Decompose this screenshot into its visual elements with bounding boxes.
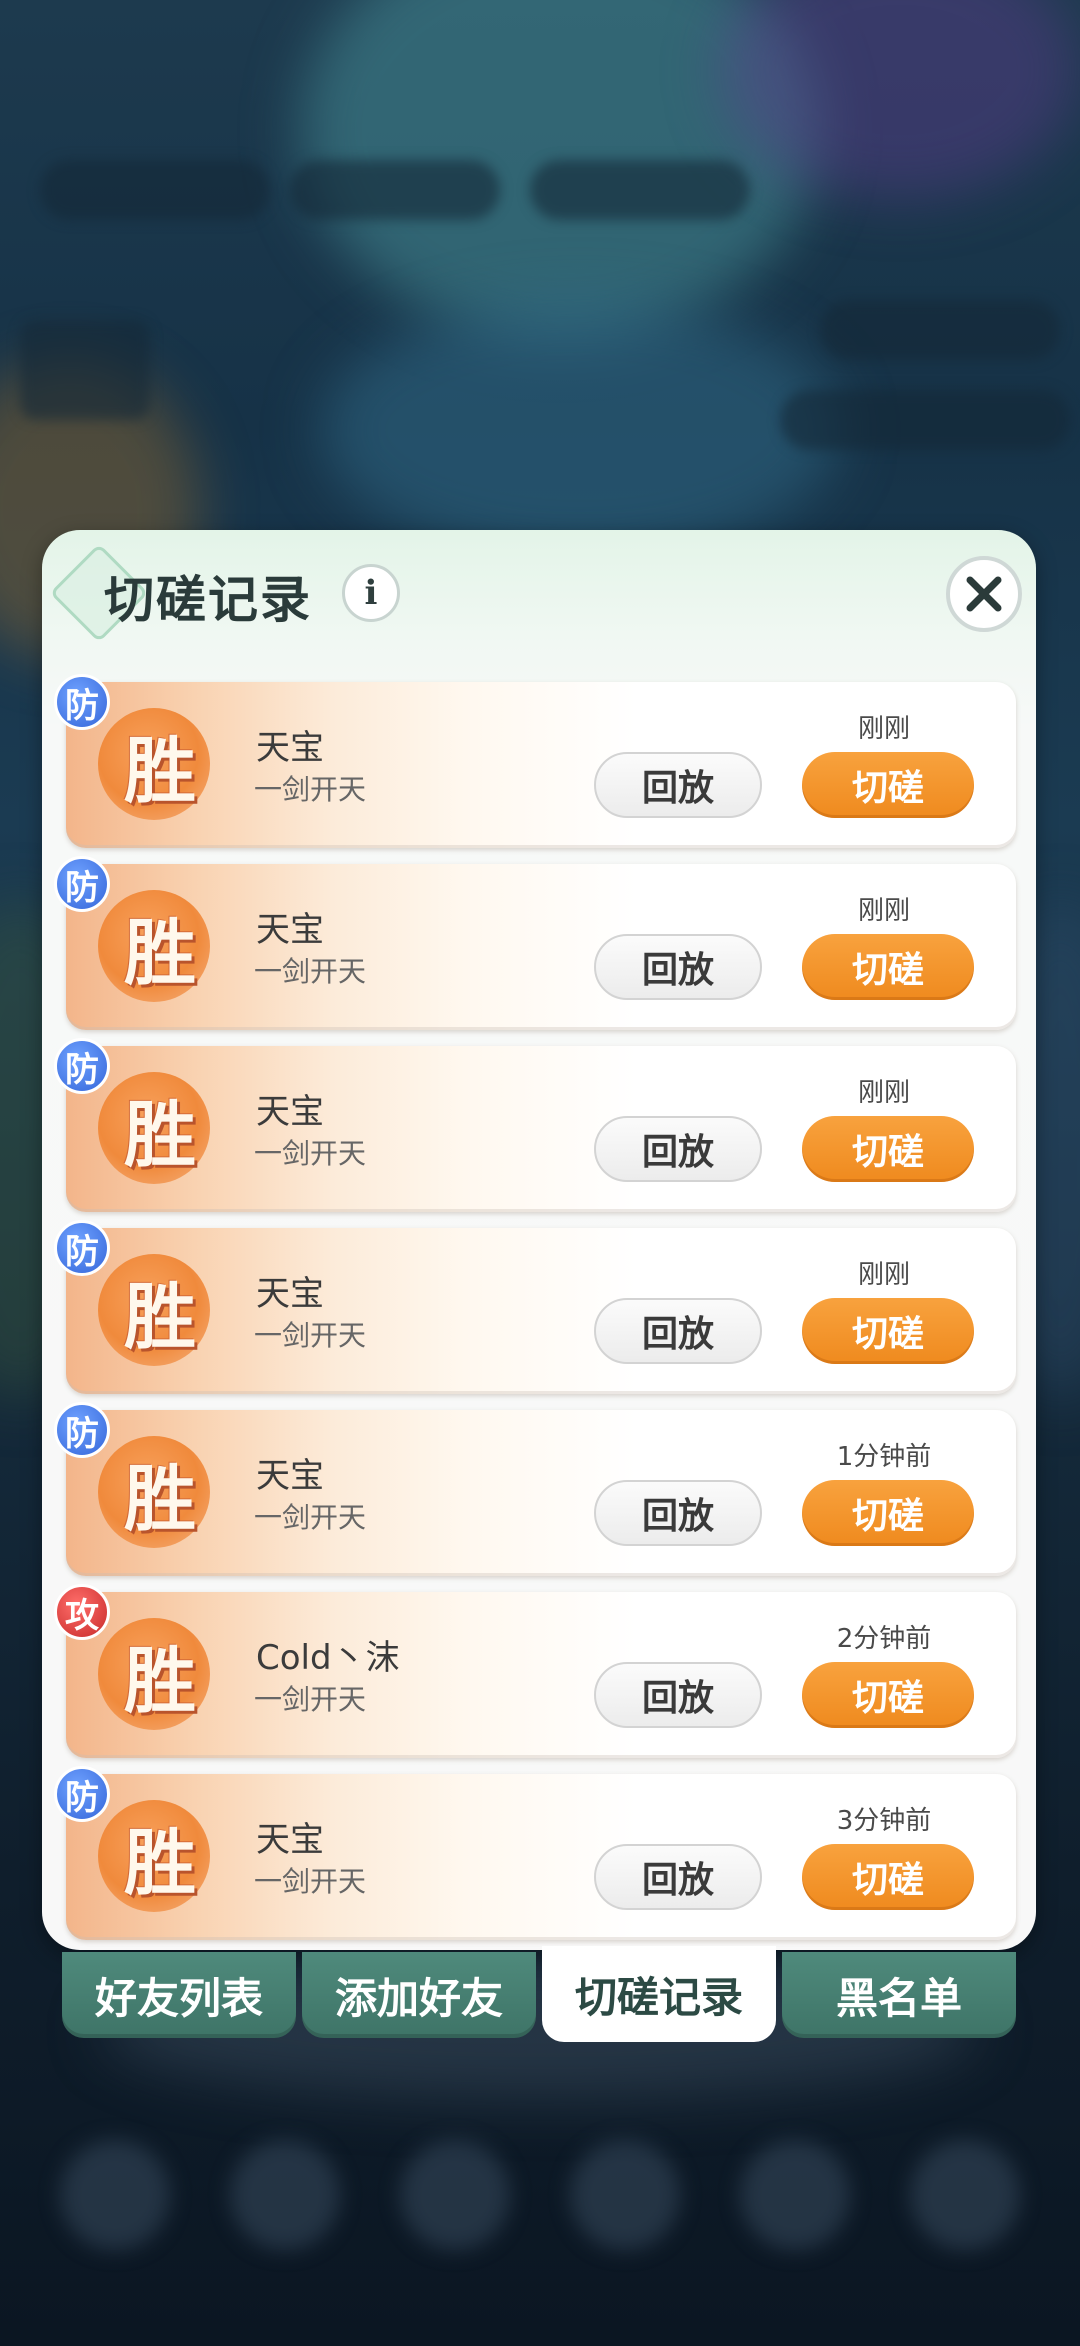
spar-button[interactable]: 切磋 — [802, 1298, 974, 1364]
spar-button[interactable]: 切磋 — [802, 1844, 974, 1910]
close-icon[interactable] — [946, 556, 1022, 632]
opponent-subtitle: 一剑开天 — [254, 955, 367, 988]
opponent-subtitle: 一剑开天 — [254, 1137, 367, 1170]
record-row: 胜 防 天宝 一剑开天 刚刚 回放 切磋 — [54, 856, 1016, 1030]
role-badge: 防 — [54, 1220, 110, 1276]
tab-sparring-record[interactable]: 切磋记录 — [542, 1946, 776, 2042]
record-time: 3分钟前 — [836, 1806, 932, 1836]
record-row: 胜 防 天宝 一剑开天 刚刚 回放 切磋 — [54, 1038, 1016, 1212]
panel-header: 切磋记录 i — [42, 530, 1036, 680]
record-row: 胜 防 天宝 一剑开天 刚刚 回放 切磋 — [54, 674, 1016, 848]
opponent-name: 天宝 — [256, 1092, 324, 1132]
role-badge: 防 — [54, 1766, 110, 1822]
record-row: 胜 攻 Cold丶沫 一剑开天 2分钟前 回放 切磋 — [54, 1584, 1016, 1758]
info-icon[interactable]: i — [342, 564, 400, 622]
record-time: 刚刚 — [857, 1260, 910, 1290]
replay-button[interactable]: 回放 — [594, 1298, 762, 1364]
record-time: 1分钟前 — [836, 1442, 932, 1472]
record-time: 2分钟前 — [836, 1624, 932, 1654]
result-label: 胜 — [123, 1821, 196, 1905]
replay-button[interactable]: 回放 — [594, 1480, 762, 1546]
role-badge: 防 — [54, 856, 110, 912]
record-list: 胜 防 天宝 一剑开天 刚刚 回放 切磋 胜 防 天宝 一剑开天 刚刚 回放 切… — [54, 674, 1016, 1950]
role-badge: 攻 — [54, 1584, 110, 1640]
result-label: 胜 — [123, 1639, 196, 1723]
result-label: 胜 — [123, 1457, 196, 1541]
replay-button[interactable]: 回放 — [594, 1844, 762, 1910]
opponent-name: Cold丶沫 — [256, 1638, 400, 1678]
spar-button[interactable]: 切磋 — [802, 1480, 974, 1546]
tab-friend-list[interactable]: 好友列表 — [62, 1952, 296, 2038]
record-row: 胜 防 天宝 一剑开天 1分钟前 回放 切磋 — [54, 1402, 1016, 1576]
role-badge: 防 — [54, 674, 110, 730]
result-label: 胜 — [123, 1093, 196, 1177]
tab-add-friend[interactable]: 添加好友 — [302, 1952, 536, 2038]
panel-title: 切磋记录 — [104, 571, 312, 629]
result-label: 胜 — [123, 911, 196, 995]
spar-button[interactable]: 切磋 — [802, 1662, 974, 1728]
record-time: 刚刚 — [857, 1078, 910, 1108]
tab-blacklist[interactable]: 黑名单 — [782, 1952, 1016, 2038]
result-label: 胜 — [123, 1275, 196, 1359]
opponent-name: 天宝 — [256, 910, 324, 950]
replay-button[interactable]: 回放 — [594, 1662, 762, 1728]
opponent-subtitle: 一剑开天 — [254, 1683, 367, 1716]
record-row: 胜 防 天宝 一剑开天 3分钟前 回放 切磋 — [54, 1766, 1016, 1940]
record-time: 刚刚 — [857, 714, 910, 744]
opponent-name: 天宝 — [256, 728, 324, 768]
opponent-subtitle: 一剑开天 — [254, 773, 367, 806]
record-row: 胜 防 天宝 一剑开天 刚刚 回放 切磋 — [54, 1220, 1016, 1394]
role-badge: 防 — [54, 1038, 110, 1094]
spar-button[interactable]: 切磋 — [802, 1116, 974, 1182]
blurred-bottom-menu — [0, 2120, 1080, 2300]
replay-button[interactable]: 回放 — [594, 934, 762, 1000]
role-badge: 防 — [54, 1402, 110, 1458]
spar-button[interactable]: 切磋 — [802, 934, 974, 1000]
opponent-subtitle: 一剑开天 — [254, 1501, 367, 1534]
record-time: 刚刚 — [857, 896, 910, 926]
sparring-record-panel: 切磋记录 i 胜 防 天宝 一剑开天 刚刚 回放 切磋 胜 防 天宝 一剑开天 … — [42, 530, 1036, 1950]
opponent-name: 天宝 — [256, 1274, 324, 1314]
replay-button[interactable]: 回放 — [594, 752, 762, 818]
spar-button[interactable]: 切磋 — [802, 752, 974, 818]
bottom-tab-bar: 好友列表 添加好友 切磋记录 黑名单 — [62, 1946, 1022, 2042]
opponent-subtitle: 一剑开天 — [254, 1865, 367, 1898]
opponent-name: 天宝 — [256, 1456, 324, 1496]
opponent-subtitle: 一剑开天 — [254, 1319, 367, 1352]
opponent-name: 天宝 — [256, 1820, 324, 1860]
result-label: 胜 — [123, 729, 196, 813]
replay-button[interactable]: 回放 — [594, 1116, 762, 1182]
